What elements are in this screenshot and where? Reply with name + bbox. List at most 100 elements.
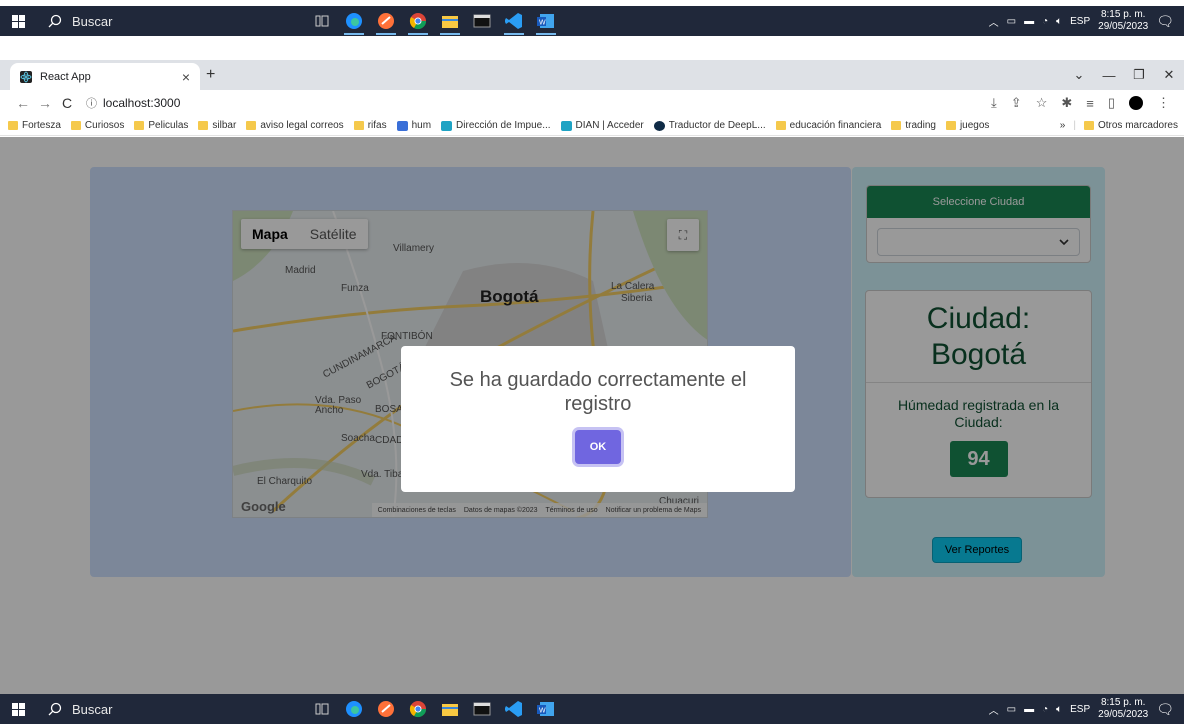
language-indicator[interactable]: ESP	[1070, 704, 1090, 715]
ok-button[interactable]: OK	[575, 430, 621, 464]
terminal-icon[interactable]	[466, 694, 498, 724]
install-icon[interactable]: ⤓	[991, 95, 997, 111]
language-indicator[interactable]: ESP	[1070, 16, 1090, 27]
toolbar-actions: ⤓ ⇪ ☆ ✱ ≡ ▯ ⋮	[991, 95, 1184, 111]
folder-icon	[353, 121, 364, 130]
bookmark-item[interactable]: DIAN | Acceder	[560, 120, 644, 131]
bookmark-label: aviso legal correos	[260, 120, 344, 131]
new-tab-icon[interactable]: +	[206, 66, 215, 84]
bookmark-item[interactable]: educación financiera	[775, 120, 881, 131]
extensions-icon[interactable]: ✱	[1061, 95, 1072, 111]
site-icon	[560, 120, 572, 131]
back-icon[interactable]: ←	[12, 95, 34, 111]
file-explorer-icon[interactable]	[434, 6, 466, 36]
bookmark-item[interactable]: Fortesza	[8, 120, 61, 131]
close-window-icon[interactable]: ✕	[1154, 60, 1184, 90]
taskbar-search-label: Buscar	[72, 701, 113, 717]
bookmark-label: hum	[411, 120, 432, 131]
firefox-icon[interactable]	[370, 694, 402, 724]
browser-tab[interactable]: React App ×	[10, 63, 200, 90]
bookmark-label: trading	[905, 120, 936, 131]
system-tray: ︿ ▭ ▬ ◔ 🔈︎ ESP 8:15 p. m. 29/05/2023 🗨︎	[989, 9, 1184, 33]
bookmark-item[interactable]: Traductor de DeepL...	[653, 120, 766, 131]
notifications-icon[interactable]: 🗨︎	[1156, 701, 1174, 718]
windows-icon	[11, 14, 25, 28]
folder-icon	[891, 121, 902, 130]
close-tab-icon[interactable]: ×	[182, 69, 190, 85]
reload-icon[interactable]: C	[56, 95, 78, 111]
reading-list-icon[interactable]: ≡	[1086, 96, 1094, 111]
chevron-up-icon[interactable]: ︿	[989, 14, 999, 29]
bookmark-item[interactable]: rifas	[353, 120, 387, 131]
deepl-icon	[653, 120, 665, 131]
bookmark-item[interactable]: Peliculas	[134, 120, 188, 131]
minimize-icon[interactable]: —	[1094, 60, 1124, 90]
react-logo-icon	[20, 70, 32, 83]
bookmark-item[interactable]: silbar	[198, 120, 236, 131]
clock-date: 29/05/2023	[1098, 709, 1149, 720]
bookmark-item[interactable]: trading	[891, 120, 936, 131]
battery-icon[interactable]: ▬	[1024, 16, 1034, 27]
bookmark-item[interactable]: juegos	[945, 120, 989, 131]
battery-icon[interactable]: ▬	[1024, 704, 1034, 715]
bookmark-label: rifas	[367, 120, 387, 131]
side-panel-icon[interactable]: ▯	[1108, 95, 1115, 111]
bookmark-label: Curiosos	[84, 120, 125, 131]
volume-icon[interactable]: 🔈︎	[1056, 704, 1062, 715]
bookmark-item[interactable]: Curiosos	[70, 120, 125, 131]
chevron-up-icon[interactable]: ︿	[989, 702, 999, 717]
tab-search-icon[interactable]: ⌄	[1064, 60, 1094, 90]
wifi-icon[interactable]: ◔	[1042, 704, 1048, 715]
bookmarks-overflow: » | Otros marcadores	[1060, 120, 1184, 131]
folder-icon	[70, 121, 81, 130]
word-icon[interactable]: W	[530, 694, 562, 724]
volume-icon[interactable]: 🔈︎	[1056, 16, 1062, 27]
folder-icon	[246, 121, 257, 130]
task-view-icon[interactable]	[306, 6, 338, 36]
start-button[interactable]	[0, 6, 36, 36]
chrome-icon[interactable]	[402, 6, 434, 36]
clock[interactable]: 8:15 p. m. 29/05/2023	[1098, 9, 1148, 33]
clock[interactable]: 8:15 p. m. 29/05/2023	[1098, 697, 1148, 721]
menu-icon[interactable]: ⋮	[1157, 95, 1170, 111]
notifications-icon[interactable]: 🗨︎	[1156, 13, 1174, 30]
taskbar-top: Buscar W ︿ ▭ ▬ ◔ 🔈︎ ESP 8:15 p. m. 29/05…	[0, 6, 1184, 36]
network-icon[interactable]: ▭	[1007, 16, 1016, 27]
bookmark-item[interactable]: Dirección de Impue...	[441, 120, 551, 131]
restore-icon[interactable]: ❐	[1124, 60, 1154, 90]
folder-icon	[198, 121, 209, 130]
network-icon[interactable]: ▭	[1007, 704, 1016, 715]
terminal-icon[interactable]	[466, 6, 498, 36]
vscode-icon[interactable]	[498, 694, 530, 724]
share-icon[interactable]: ⇪	[1011, 95, 1022, 111]
taskbar-search[interactable]: Buscar	[36, 6, 236, 36]
more-bookmarks-button[interactable]: »	[1060, 120, 1066, 131]
bookmark-item[interactable]: hum	[396, 120, 432, 131]
edge-icon[interactable]	[338, 6, 370, 36]
star-icon[interactable]: ☆	[1036, 95, 1048, 111]
folder-icon	[134, 121, 145, 130]
task-view-icon[interactable]	[306, 694, 338, 724]
edge-icon[interactable]	[338, 694, 370, 724]
wifi-icon[interactable]: ◔	[1042, 16, 1048, 27]
tab-title: React App	[40, 70, 91, 83]
bookmarks-bar: Fortesza Curiosos Peliculas silbar aviso…	[0, 116, 1184, 136]
forward-icon[interactable]: →	[34, 95, 56, 111]
bookmark-label: Peliculas	[148, 120, 189, 131]
other-bookmarks[interactable]: Otros marcadores	[1083, 120, 1178, 131]
word-icon[interactable]: W	[530, 6, 562, 36]
folder-icon	[945, 121, 956, 130]
taskbar-search[interactable]: Buscar	[36, 694, 236, 724]
bookmark-label: silbar	[212, 120, 237, 131]
file-explorer-icon[interactable]	[434, 694, 466, 724]
start-button[interactable]	[0, 694, 36, 724]
clock-date: 29/05/2023	[1098, 21, 1149, 32]
profile-avatar[interactable]	[1129, 96, 1143, 110]
vscode-icon[interactable]	[498, 6, 530, 36]
chrome-icon[interactable]	[402, 694, 434, 724]
bookmark-item[interactable]: aviso legal correos	[246, 120, 344, 131]
address-bar[interactable]: ⓘ localhost:3000	[86, 95, 180, 111]
firefox-icon[interactable]	[370, 6, 402, 36]
taskbar-search-label: Buscar	[72, 13, 113, 29]
info-icon[interactable]: ⓘ	[86, 95, 97, 111]
